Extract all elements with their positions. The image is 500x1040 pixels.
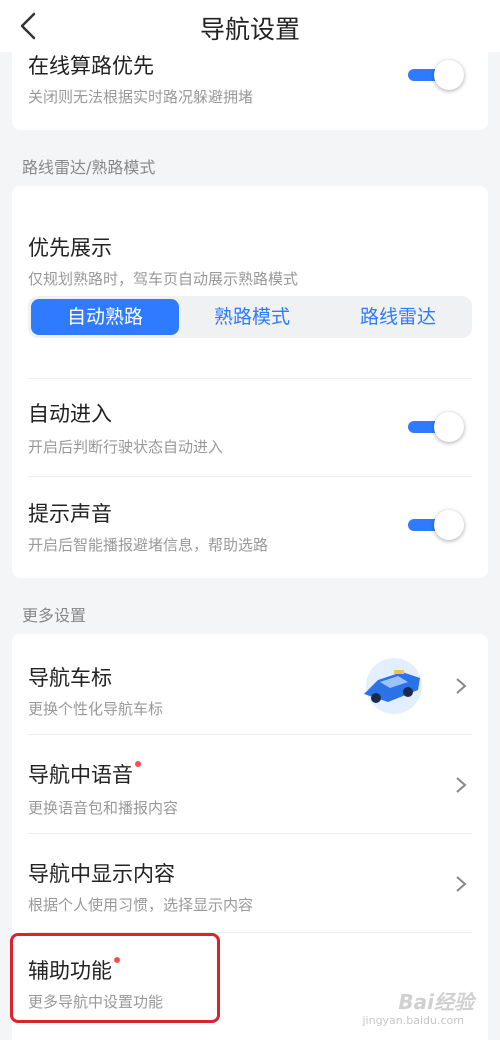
toggle-knob xyxy=(434,60,464,90)
sound-subtitle: 开启后智能播报避堵信息，帮助选路 xyxy=(28,536,269,554)
sound-title: 提示声音 xyxy=(28,502,112,526)
priority-segmented-control: 自动熟路 熟路模式 路线雷达 xyxy=(28,296,472,338)
divider xyxy=(28,378,472,379)
red-dot-badge xyxy=(135,761,141,767)
priority-title: 优先展示 xyxy=(28,236,112,260)
online-routing-title: 在线算路优先 xyxy=(28,54,154,78)
item-subtitle: 根据个人使用习惯，选择显示内容 xyxy=(28,896,254,914)
toggle-knob xyxy=(434,510,464,540)
sound-toggle[interactable] xyxy=(408,510,464,540)
settings-item-voice[interactable]: 导航中语音 更换语音包和播报内容 xyxy=(12,735,488,833)
chevron-right-icon xyxy=(454,874,468,894)
auto-enter-toggle[interactable] xyxy=(408,412,464,442)
segment-familiar-mode[interactable]: 熟路模式 xyxy=(178,296,326,338)
item-title: 导航中语音 xyxy=(28,763,133,787)
section-label-route: 路线雷达/熟路模式 xyxy=(22,158,156,177)
item-title-wrap: 导航中语音 xyxy=(28,759,141,789)
route-mode-card: 优先展示 仅规划熟路时，驾车页自动展示熟路模式 自动熟路 熟路模式 路线雷达 自… xyxy=(12,186,488,578)
watermark-url: jingyan.baidu.com xyxy=(362,1014,464,1027)
chevron-right-icon xyxy=(454,676,468,696)
segment-route-radar[interactable]: 路线雷达 xyxy=(324,296,472,338)
auto-enter-subtitle: 开启后判断行驶状态自动进入 xyxy=(28,438,224,456)
section-label-more: 更多设置 xyxy=(22,606,87,625)
online-routing-subtitle: 关闭则无法根据实时路况躲避拥堵 xyxy=(28,88,254,106)
watermark-logo: Bai经验 xyxy=(398,990,474,1014)
settings-item-car-icon[interactable]: 导航车标 更换个性化导航车标 xyxy=(12,634,488,734)
chevron-right-icon xyxy=(454,775,468,795)
toggle-knob xyxy=(434,412,464,442)
item-subtitle: 更换个性化导航车标 xyxy=(28,700,164,718)
nav-header: 导航设置 xyxy=(0,0,500,52)
priority-subtitle: 仅规划熟路时，驾车页自动展示熟路模式 xyxy=(28,270,299,288)
item-subtitle: 更换语音包和播报内容 xyxy=(28,799,179,817)
item-title: 导航车标 xyxy=(28,666,112,690)
car-avatar-icon xyxy=(358,656,428,716)
auto-enter-title: 自动进入 xyxy=(28,402,112,426)
divider xyxy=(28,476,472,477)
segment-auto-familiar[interactable]: 自动熟路 xyxy=(31,299,179,335)
settings-item-display-content[interactable]: 导航中显示内容 根据个人使用习惯，选择显示内容 xyxy=(12,834,488,932)
item-title: 导航中显示内容 xyxy=(28,862,175,886)
online-routing-toggle[interactable] xyxy=(408,60,464,90)
page-title: 导航设置 xyxy=(199,15,300,44)
highlight-box xyxy=(10,933,220,1023)
